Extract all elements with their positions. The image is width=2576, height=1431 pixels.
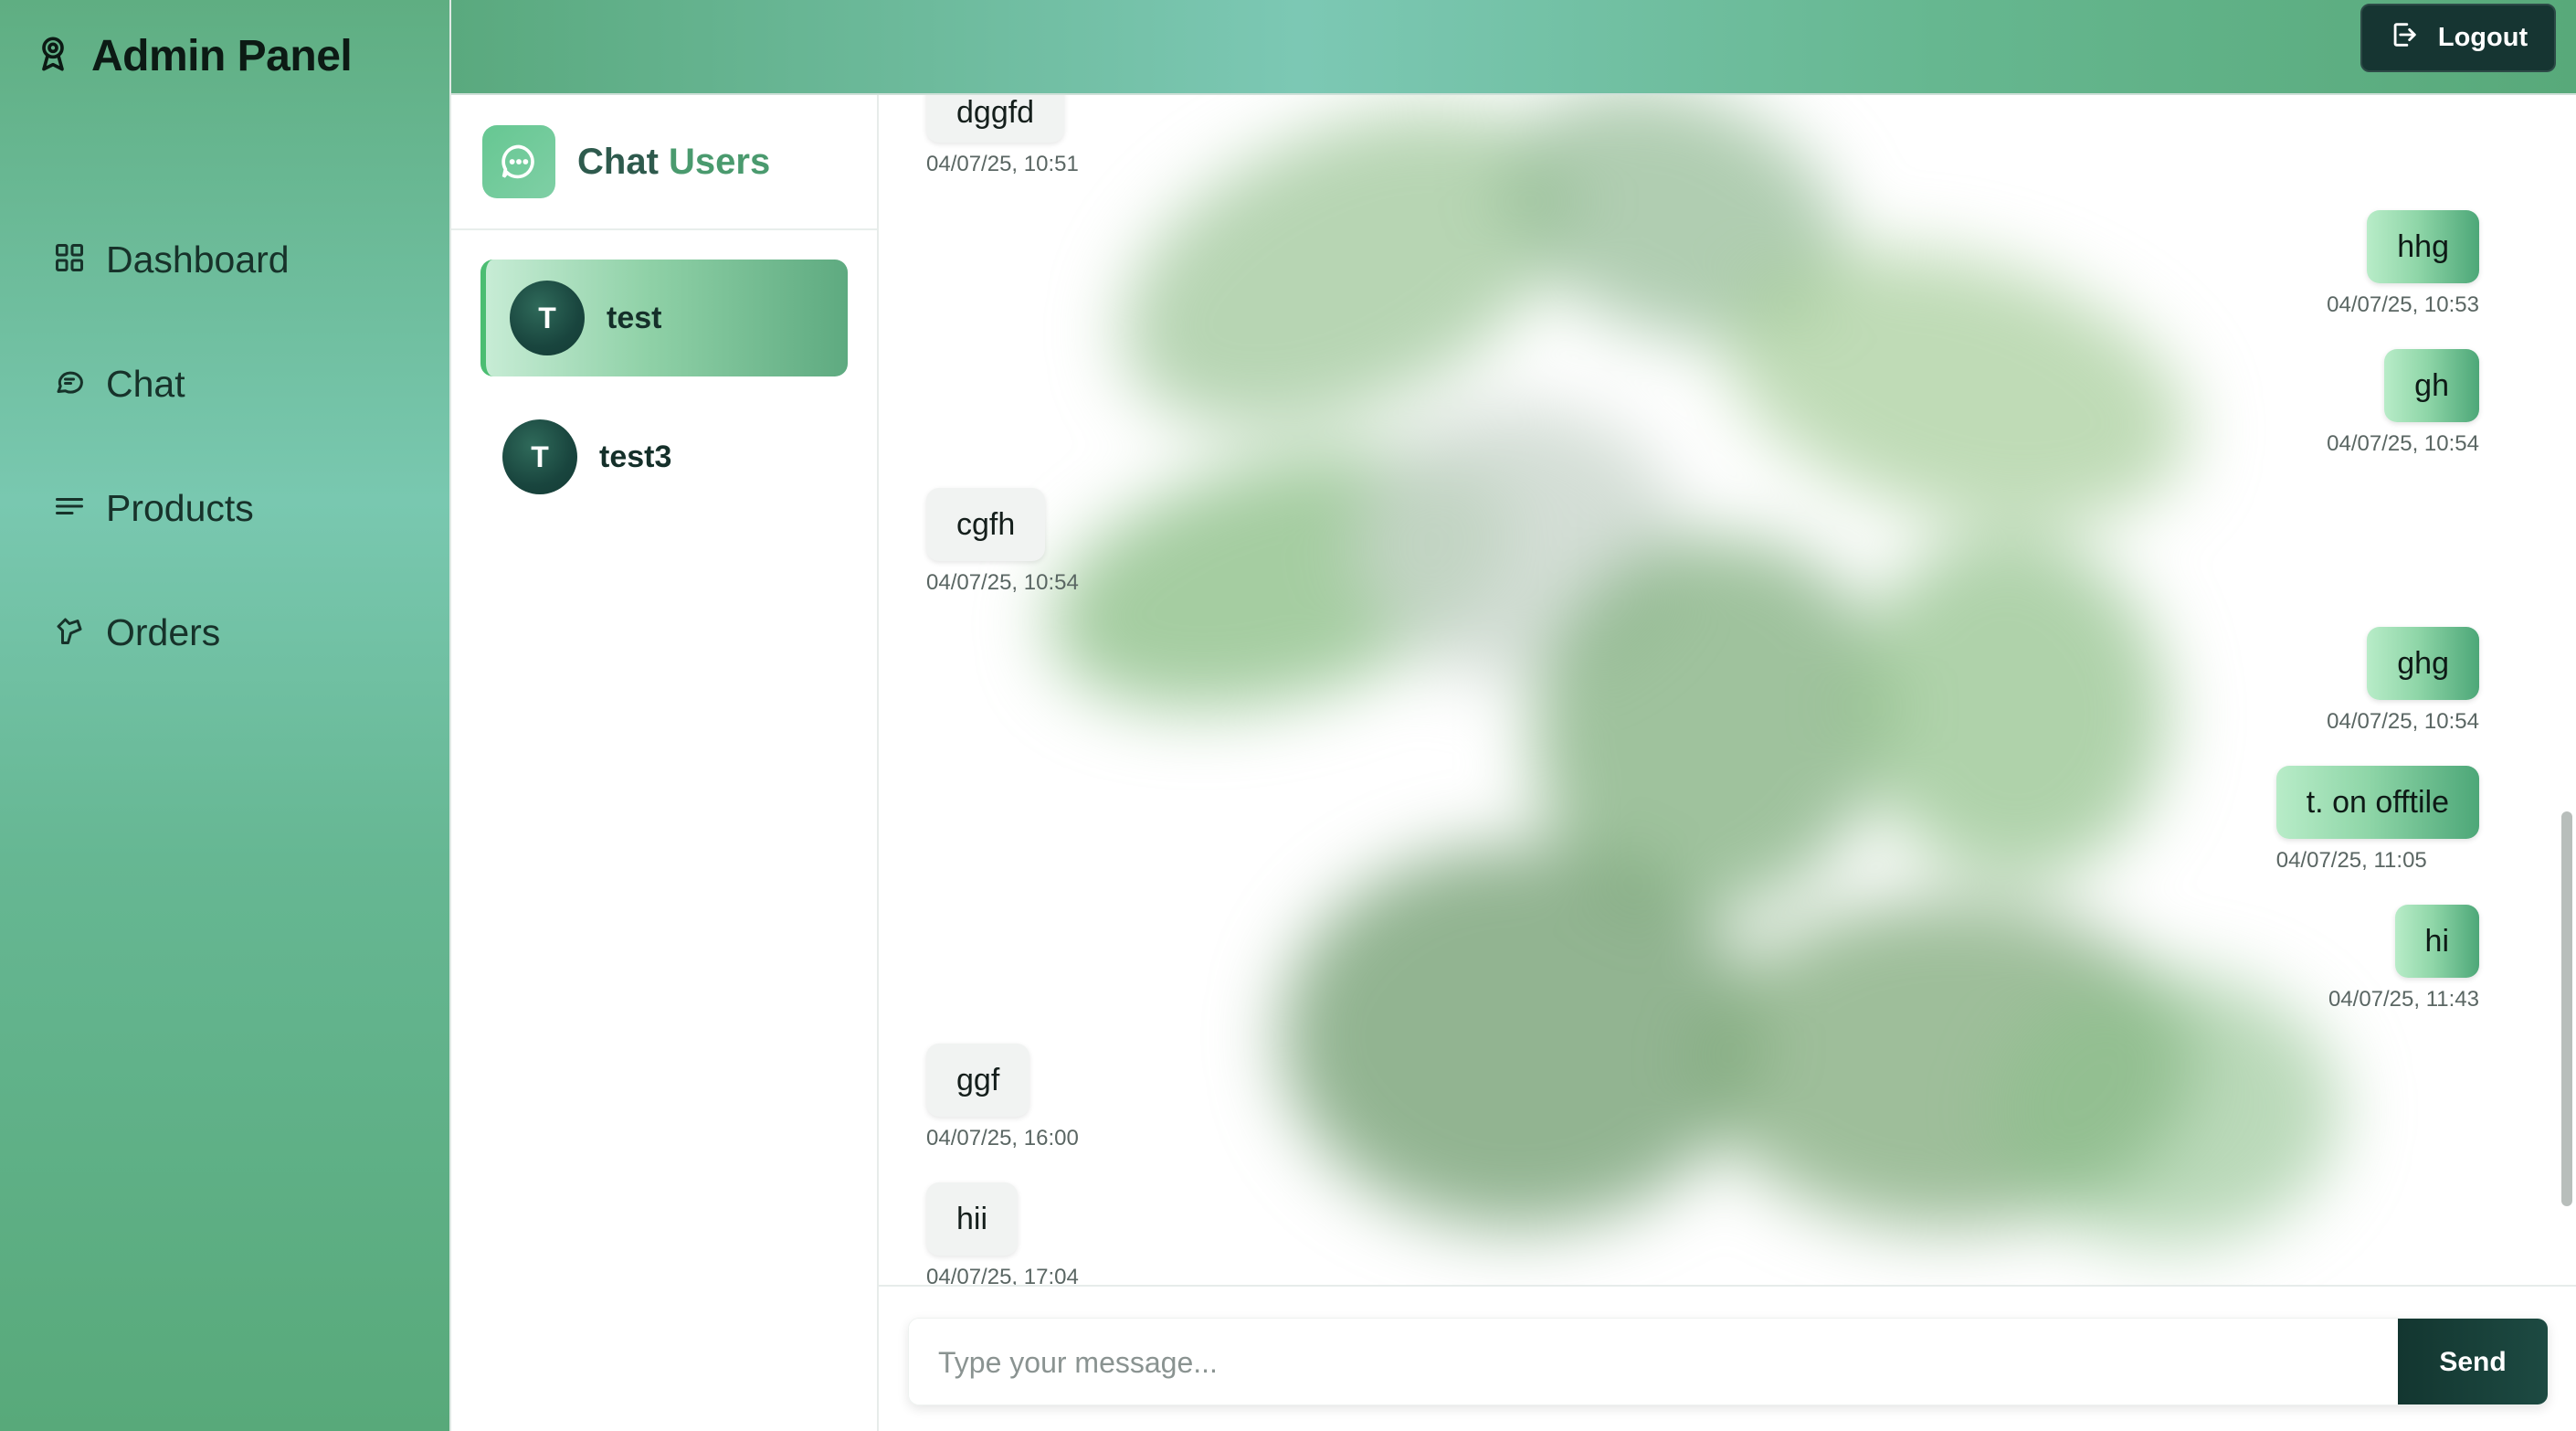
sidebar-item-label: Dashboard	[106, 238, 290, 281]
sidebar-nav: Dashboard Chat Products Orders	[53, 197, 290, 694]
avatar: T	[502, 419, 577, 494]
message-input[interactable]	[909, 1319, 2398, 1404]
message-timestamp: 04/07/25, 10:53	[2327, 292, 2479, 317]
message-list: dggfd 04/07/25, 10:51 hhg 04/07/25, 10:5…	[926, 95, 2479, 1289]
message-bubble: t. on offtile	[2275, 766, 2479, 839]
message-timestamp: 04/07/25, 10:54	[2327, 431, 2479, 456]
chat-bubble-icon	[482, 125, 555, 198]
message-outgoing: hi 04/07/25, 11:43	[2328, 905, 2479, 1012]
user-name: test	[607, 300, 662, 335]
message-outgoing: hhg 04/07/25, 10:53	[2327, 210, 2479, 318]
message-input-group: Send	[908, 1318, 2549, 1405]
chat-users-panel: Chat Users T test T test3	[451, 95, 879, 1431]
brand-title: Admin Panel	[91, 32, 353, 80]
message-bubble: dggfd	[926, 95, 1065, 143]
sidebar-item-chat[interactable]: Chat	[53, 322, 290, 446]
sidebar-item-label: Orders	[106, 610, 221, 653]
message-bubble: hhg	[2367, 210, 2479, 283]
sidebar-item-products[interactable]: Products	[53, 446, 290, 570]
sidebar-item-label: Products	[106, 486, 254, 529]
message-bubble: hi	[2394, 905, 2479, 978]
message-icon	[53, 366, 86, 403]
message-incoming: hii 04/07/25, 17:04	[926, 1182, 1079, 1290]
brand: Admin Panel	[35, 31, 353, 81]
user-list: T test T test3	[451, 230, 877, 515]
message-bubble: ghg	[2367, 627, 2479, 700]
sidebar-item-orders[interactable]: Orders	[53, 570, 290, 694]
message-incoming: cgfh 04/07/25, 10:54	[926, 488, 1079, 596]
message-bubble: gh	[2384, 349, 2479, 422]
logout-label: Logout	[2437, 23, 2528, 52]
send-button[interactable]: Send	[2398, 1319, 2548, 1404]
sidebar: Admin Panel Dashboard Chat Products Orde…	[0, 0, 451, 1431]
message-outgoing: t. on offtile 04/07/25, 11:05	[2275, 766, 2479, 874]
title-part-users: Users	[669, 141, 771, 182]
chat-users-header: Chat Users	[451, 95, 877, 230]
message-timestamp: 04/07/25, 16:00	[926, 1126, 1079, 1150]
message-bubble: cgfh	[926, 488, 1046, 561]
cart-icon	[53, 614, 86, 652]
message-scrollbar-track[interactable]	[2558, 95, 2576, 1285]
message-scrollbar-thumb[interactable]	[2561, 811, 2572, 1206]
message-timestamp: 04/07/25, 11:05	[2275, 848, 2427, 873]
user-item-test3[interactable]: T test3	[480, 398, 848, 515]
award-icon	[35, 34, 71, 79]
top-bar: Logout	[451, 0, 2576, 95]
list-icon	[53, 490, 86, 527]
message-timestamp: 04/07/25, 10:51	[926, 152, 1079, 176]
message-bubble: ggf	[926, 1044, 1030, 1117]
chat-area: dggfd 04/07/25, 10:51 hhg 04/07/25, 10:5…	[879, 95, 2576, 1431]
chat-users-title: Chat Users	[577, 142, 770, 183]
message-timestamp: 04/07/25, 11:43	[2328, 987, 2479, 1012]
title-part-chat: Chat	[577, 141, 659, 182]
grid-icon	[53, 241, 86, 279]
sidebar-item-label: Chat	[106, 362, 185, 405]
message-timestamp: 04/07/25, 10:54	[926, 570, 1079, 595]
message-outgoing: ghg 04/07/25, 10:54	[2327, 627, 2479, 735]
user-item-test[interactable]: T test	[480, 260, 848, 376]
message-timestamp: 04/07/25, 10:54	[2327, 709, 2479, 734]
message-bubble: hii	[926, 1182, 1019, 1256]
logout-button[interactable]: Logout	[2360, 4, 2556, 72]
sidebar-item-dashboard[interactable]: Dashboard	[53, 197, 290, 322]
avatar: T	[510, 281, 585, 355]
logout-icon	[2389, 19, 2420, 58]
message-incoming: ggf 04/07/25, 16:00	[926, 1044, 1079, 1151]
user-name: test3	[599, 439, 672, 474]
message-incoming: dggfd 04/07/25, 10:51	[926, 95, 1079, 177]
message-outgoing: gh 04/07/25, 10:54	[2327, 349, 2479, 457]
message-composer: Send	[879, 1285, 2576, 1431]
